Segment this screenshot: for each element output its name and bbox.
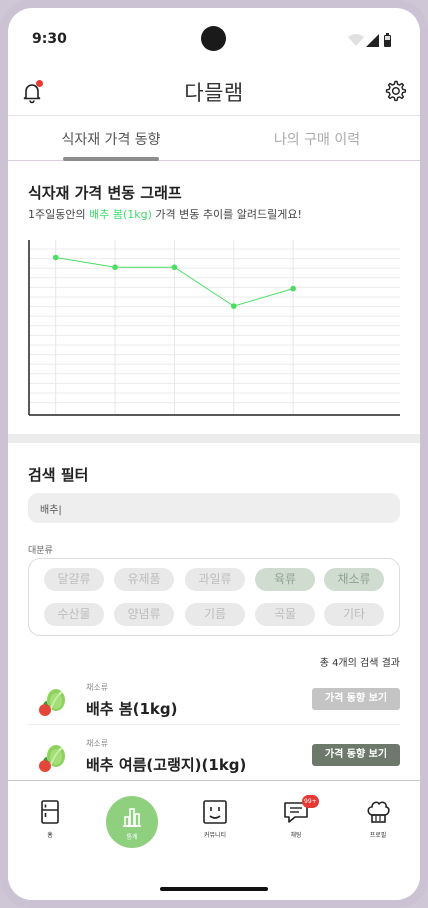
search-input[interactable]: 배추| xyxy=(28,493,400,523)
chip-seafood[interactable]: 수산물 xyxy=(44,603,104,626)
wifi-icon xyxy=(348,34,364,46)
tab-indicator xyxy=(63,157,159,161)
list-item[interactable]: 채소류 배추 여름(고랭지)(1kg) 가격 동향 보기 xyxy=(28,736,400,780)
item-category: 채소류 xyxy=(86,683,109,692)
list-item[interactable]: 채소류 배추 봄(1kg) 가격 동향 보기 xyxy=(28,680,400,724)
tab-price-trend-label: 식자재 가격 동향 xyxy=(61,132,161,148)
view-price-trend-button[interactable]: 가격 동향 보기 xyxy=(312,688,400,710)
nav-stats[interactable]: 통계 xyxy=(106,796,158,848)
chip-fruit[interactable]: 과일류 xyxy=(185,568,245,591)
data-point xyxy=(171,264,178,271)
chip-oil[interactable]: 기름 xyxy=(185,603,245,626)
phone-screen: 9:30 다믈램 식자재 가격 동향 나의 구매 이력 식자재 가격 변동 그래… xyxy=(8,8,420,900)
chip-seasoning[interactable]: 양념류 xyxy=(114,603,174,626)
data-point xyxy=(112,264,118,271)
graph-section-title: 식자재 가격 변동 그래프 xyxy=(28,184,182,202)
cabbage-icon xyxy=(39,745,65,772)
view-price-trend-button[interactable]: 가격 동향 보기 xyxy=(312,744,400,766)
data-point xyxy=(290,285,296,292)
graph-subtitle: 1주일동안의 배추 봄(1kg) 가격 변동 추이를 알려드릴게요! xyxy=(28,206,302,222)
chip-grain[interactable]: 곡물 xyxy=(255,603,315,626)
nav-profile[interactable]: 프로필 xyxy=(338,781,418,851)
chip-etc[interactable]: 기타 xyxy=(324,603,384,626)
item-name: 배추 여름(고랭지)(1kg) xyxy=(86,756,247,774)
result-count: 총 4개의 검색 결과 xyxy=(319,658,400,669)
list-divider xyxy=(28,724,400,725)
status-time: 9:30 xyxy=(32,31,67,47)
tab-price-trend[interactable]: 식자재 가격 동향 xyxy=(8,116,214,160)
status-icons xyxy=(348,33,391,47)
gear-icon xyxy=(385,80,407,102)
home-indicator xyxy=(160,887,268,891)
item-name: 배추 봄(1kg) xyxy=(86,700,178,718)
settings-button[interactable] xyxy=(382,78,408,104)
app-bar: 다믈램 xyxy=(8,66,420,116)
section-divider xyxy=(8,434,420,443)
status-bar: 9:30 xyxy=(8,8,420,68)
graph-subtitle-prefix: 1주일동안의 xyxy=(28,208,90,221)
cabbage-icon xyxy=(39,689,65,716)
filter-section-title: 검색 필터 xyxy=(28,466,89,484)
smiley-board-icon xyxy=(203,800,227,824)
item-category: 채소류 xyxy=(86,739,109,748)
chef-hat-icon xyxy=(367,801,390,823)
nav-profile-label: 프로필 xyxy=(369,832,387,839)
nav-chat[interactable]: 99+ 채팅 xyxy=(256,781,336,851)
chip-dairy[interactable]: 유제품 xyxy=(114,568,174,591)
chat-unread-badge: 99+ xyxy=(302,795,319,808)
fridge-icon xyxy=(41,800,59,824)
chip-vegetable[interactable]: 채소류 xyxy=(324,568,384,591)
category-chip-group: 달걀류 유제품 과일류 육류 채소류 수산물 양념류 기름 곡물 기타 xyxy=(28,558,400,636)
data-point xyxy=(230,303,237,309)
nav-home-label: 홈 xyxy=(47,832,53,839)
tab-bar: 식자재 가격 동향 나의 구매 이력 xyxy=(8,115,420,161)
bar-chart-icon xyxy=(123,808,141,827)
category-label: 대분류 xyxy=(28,546,53,556)
tab-purchase-history[interactable]: 나의 구매 이력 xyxy=(214,116,420,160)
nav-community-label: 커뮤니티 xyxy=(203,832,227,839)
data-point xyxy=(52,254,59,261)
signal-icon xyxy=(366,34,379,47)
chip-egg[interactable]: 달걀류 xyxy=(44,568,104,591)
graph-subtitle-suffix: 가격 변동 추이를 알려드릴게요! xyxy=(151,208,302,221)
chip-meat[interactable]: 육류 xyxy=(255,568,315,591)
app-title: 다믈램 xyxy=(184,81,244,105)
nav-stats-label: 통계 xyxy=(126,834,138,841)
tab-purchase-history-label: 나의 구매 이력 xyxy=(273,132,361,148)
nav-chat-label: 채팅 xyxy=(290,832,302,839)
nav-community[interactable]: 커뮤니티 xyxy=(175,781,255,851)
price-line-chart xyxy=(28,240,400,416)
front-camera xyxy=(201,26,226,51)
bottom-navigation: 홈 통계 커뮤니티 99+ 채팅 프로필 xyxy=(8,780,420,900)
nav-home[interactable]: 홈 xyxy=(10,781,90,851)
graph-subtitle-item: 배추 봄(1kg) xyxy=(89,208,152,221)
